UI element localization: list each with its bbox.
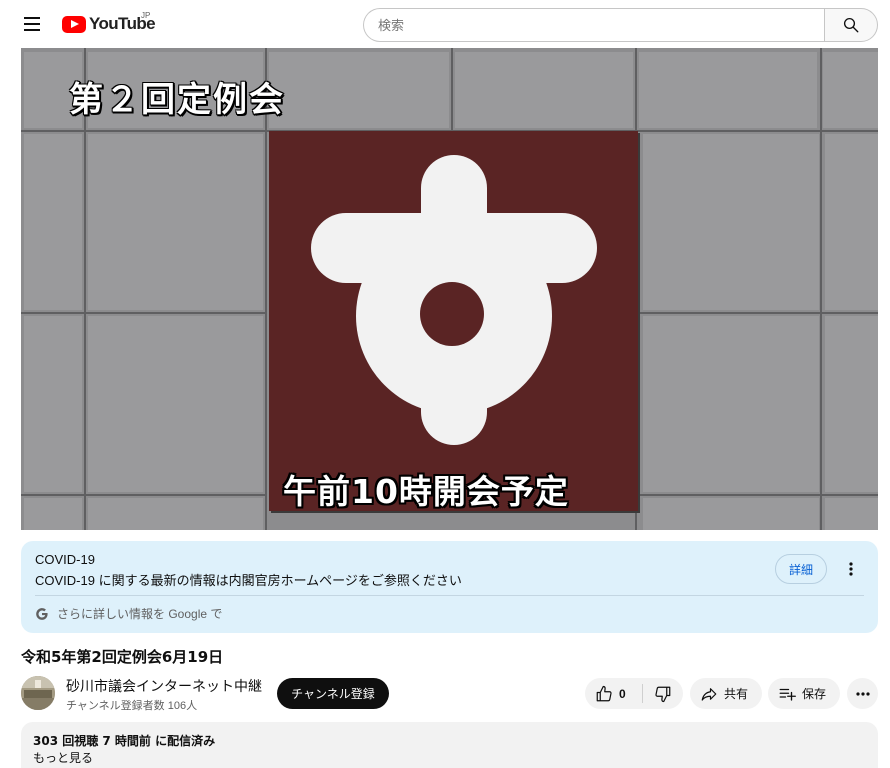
subscribe-button[interactable]: チャンネル登録 [277,678,389,709]
search-icon [843,17,859,33]
show-more-link[interactable]: もっと見る [33,749,93,766]
thumbs-up-icon [596,685,612,701]
region-code: JP [141,11,151,20]
save-label: 保存 [802,687,827,701]
info-source-text: さらに詳しい情報を Google で [57,607,223,621]
info-panel-divider [35,595,864,596]
city-emblem-icon [311,155,597,445]
info-google-search-link[interactable]: さらに詳しい情報を Google で [35,605,222,622]
search-button[interactable] [824,8,878,42]
info-panel-title: COVID-19 [35,552,95,567]
masthead: YouTube JP [0,0,890,48]
info-panel: COVID-19 COVID-19 に関する最新の情報は内閣官房ホームページをご… [21,541,878,633]
dislike-button[interactable] [643,678,683,709]
hamburger-icon [24,17,40,19]
channel-name[interactable]: 砂川市議会インターネット中継 [66,676,262,696]
share-label: 共有 [724,687,749,701]
youtube-play-icon [62,15,86,33]
playlist-add-icon [779,688,796,701]
caption-start-time: 午前10時開会予定 [283,472,569,511]
channel-avatar[interactable] [21,676,55,710]
channel-avatar-image [21,676,55,710]
google-g-icon [36,607,48,620]
description-box[interactable]: 303 回視聴 7 時間前 に配信済み もっと見る [21,722,878,768]
share-icon [701,687,717,701]
city-emblem-plaque [269,131,638,511]
more-vertical-icon [849,562,853,576]
subscriber-count: チャンネル登録者数 106人 [66,700,198,712]
view-count-and-date: 303 回視聴 7 時間前 に配信済み [33,734,216,748]
video-title: 令和5年第2回定例会6月19日 [21,648,224,666]
save-button[interactable]: 保存 [768,678,840,709]
more-actions-button[interactable] [847,678,878,709]
more-horizontal-icon [855,691,870,696]
video-player[interactable]: 第２回定例会 午前10時開会予定 [21,48,878,530]
info-detail-button[interactable]: 詳細 [775,554,827,584]
info-panel-text[interactable]: COVID-19 に関する最新の情報は内閣官房ホームページをご参照ください [35,570,462,589]
share-button[interactable]: 共有 [690,678,762,709]
menu-button[interactable] [16,12,48,36]
search-bar [363,8,878,42]
caption-session-title: 第２回定例会 [69,80,285,120]
like-count: 0 [619,686,626,701]
like-button[interactable]: 0 [585,678,643,709]
search-input[interactable] [363,8,824,42]
like-dislike-group: 0 [585,678,683,709]
thumbs-down-icon [655,686,671,702]
info-panel-menu-button[interactable] [839,557,863,581]
